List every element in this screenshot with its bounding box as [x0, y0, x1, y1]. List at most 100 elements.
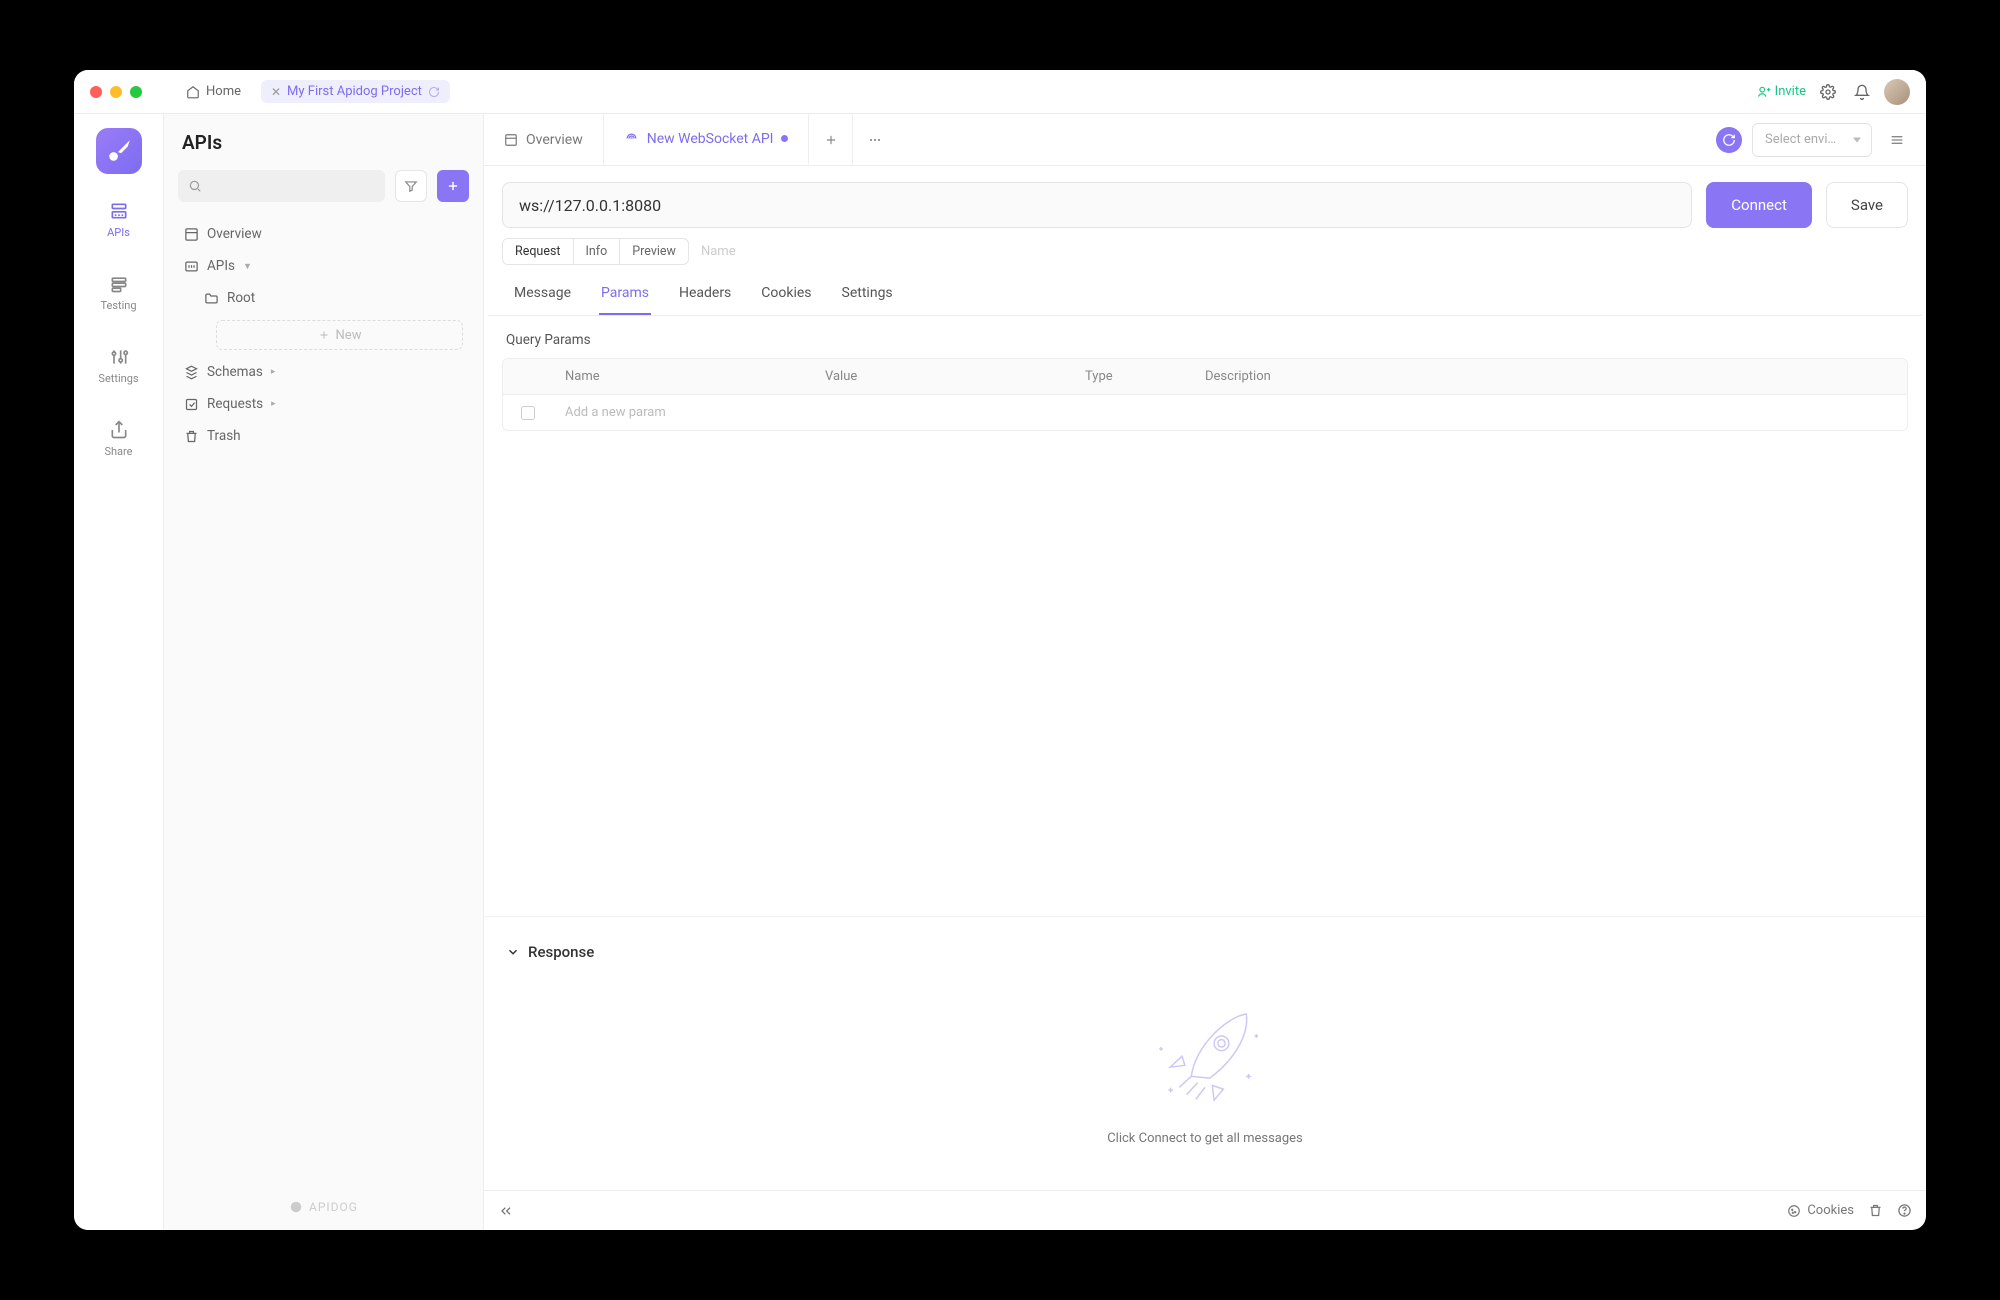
- apis-icon: [108, 200, 130, 222]
- collapse-button[interactable]: [498, 1203, 514, 1219]
- search-icon: [188, 179, 202, 193]
- connect-label: Connect: [1731, 196, 1787, 214]
- tab-label: Overview: [526, 132, 583, 148]
- cookies-label: Cookies: [1807, 1203, 1854, 1218]
- subtab-params[interactable]: Params: [599, 285, 651, 315]
- response-empty-text: Click Connect to get all messages: [1107, 1131, 1303, 1146]
- request-icon: [184, 397, 199, 412]
- sidebar-item-label: APIs: [207, 258, 235, 274]
- brand-label: APIDOG: [309, 1200, 358, 1214]
- chevron-down-icon: ▼: [243, 261, 252, 272]
- overview-icon: [184, 227, 199, 242]
- response-header[interactable]: Response: [506, 935, 1904, 979]
- sidebar-item-schemas[interactable]: Schemas ▸: [174, 356, 473, 388]
- save-label: Save: [1851, 196, 1883, 214]
- refresh-icon[interactable]: [428, 86, 440, 98]
- url-value: ws://127.0.0.1:8080: [519, 196, 661, 215]
- status-bar: Cookies: [484, 1190, 1926, 1230]
- rail-item-label: Testing: [100, 299, 136, 312]
- sidebar-item-label: Requests: [207, 396, 263, 412]
- cookies-button[interactable]: Cookies: [1787, 1203, 1854, 1218]
- param-name-input[interactable]: Add a new param: [553, 395, 813, 430]
- unsaved-indicator: [781, 135, 788, 142]
- tab-websocket[interactable]: New WebSocket API: [604, 114, 810, 165]
- seg-info[interactable]: Info: [574, 239, 621, 264]
- add-tab-button[interactable]: [809, 114, 853, 165]
- user-avatar[interactable]: [1884, 79, 1910, 105]
- col-value: Value: [813, 359, 1073, 394]
- name-input[interactable]: Name: [701, 244, 736, 259]
- seg-preview[interactable]: Preview: [620, 239, 688, 264]
- titlebar-tab-project[interactable]: ✕ My First Apidog Project: [261, 80, 450, 103]
- seg-request[interactable]: Request: [503, 239, 574, 264]
- close-tab-icon[interactable]: ✕: [271, 85, 281, 99]
- invite-button[interactable]: Invite: [1757, 84, 1806, 99]
- filter-button[interactable]: [395, 170, 427, 202]
- param-row-new[interactable]: Add a new param: [503, 395, 1907, 430]
- home-icon: [186, 85, 200, 99]
- titlebar-tab-label: My First Apidog Project: [287, 84, 422, 99]
- query-params-table: Name Value Type Description Add a new pa…: [502, 358, 1908, 431]
- subtab-message[interactable]: Message: [512, 285, 573, 315]
- schema-icon: [184, 365, 199, 380]
- chevron-right-icon: ▸: [271, 399, 276, 409]
- query-params-title: Query Params: [484, 316, 1926, 358]
- rail-item-settings[interactable]: Settings: [74, 338, 163, 393]
- close-window-button[interactable]: [90, 86, 102, 98]
- settings-icon: [108, 346, 130, 368]
- col-desc: Description: [1193, 359, 1907, 394]
- rail-item-label: APIs: [107, 226, 130, 239]
- chevrons-left-icon: [498, 1203, 514, 1219]
- sidebar-item-overview[interactable]: Overview: [174, 218, 473, 250]
- environment-select[interactable]: Select envi…: [1752, 123, 1872, 157]
- minimize-window-button[interactable]: [110, 86, 122, 98]
- editor-tabs: Overview New WebSocket API: [484, 114, 1926, 166]
- sidebar-new-label: New: [336, 328, 362, 343]
- sidebar-item-trash[interactable]: Trash: [174, 420, 473, 452]
- sidebar-item-requests[interactable]: Requests ▸: [174, 388, 473, 420]
- sidebar-search[interactable]: [178, 170, 385, 202]
- clear-button[interactable]: [1868, 1203, 1883, 1218]
- plus-icon: [824, 133, 838, 147]
- sidebar: APIs Overview APIs: [164, 114, 484, 1230]
- app-window: Home ✕ My First Apidog Project Invite: [74, 70, 1926, 1230]
- settings-gear-icon[interactable]: [1816, 80, 1840, 104]
- websocket-icon: [624, 131, 639, 146]
- broom-icon: [1868, 1203, 1883, 1218]
- add-button[interactable]: [437, 170, 469, 202]
- save-button[interactable]: Save: [1826, 182, 1908, 228]
- sidebar-new-button[interactable]: New: [216, 320, 463, 350]
- sidebar-item-label: Overview: [207, 226, 262, 242]
- chevron-down-icon: [506, 945, 520, 959]
- titlebar-tab-home[interactable]: Home: [176, 80, 251, 103]
- filter-icon: [404, 179, 418, 193]
- panel-menu-button[interactable]: [1880, 132, 1914, 148]
- help-button[interactable]: [1897, 1203, 1912, 1218]
- tab-menu-button[interactable]: [853, 114, 897, 165]
- rail-item-testing[interactable]: Testing: [74, 265, 163, 320]
- subtab-settings[interactable]: Settings: [840, 285, 895, 315]
- tab-overview[interactable]: Overview: [484, 114, 604, 165]
- subtab-headers[interactable]: Headers: [677, 285, 733, 315]
- rail-item-apis[interactable]: APIs: [74, 192, 163, 247]
- env-refresh-button[interactable]: [1716, 127, 1742, 153]
- bell-icon[interactable]: [1850, 80, 1874, 104]
- maximize-window-button[interactable]: [130, 86, 142, 98]
- tab-label: New WebSocket API: [647, 131, 774, 147]
- invite-label: Invite: [1775, 84, 1806, 99]
- sidebar-item-apis[interactable]: APIs ▼: [174, 250, 473, 282]
- checkbox[interactable]: [521, 406, 535, 420]
- refresh-icon: [1722, 133, 1736, 147]
- app-logo[interactable]: [96, 128, 142, 174]
- env-placeholder: Select envi…: [1765, 132, 1836, 147]
- connect-button[interactable]: Connect: [1706, 182, 1812, 228]
- rail-item-share[interactable]: Share: [74, 411, 163, 466]
- url-input[interactable]: ws://127.0.0.1:8080: [502, 182, 1692, 228]
- sidebar-title: APIs: [164, 114, 483, 170]
- col-name: Name: [553, 359, 813, 394]
- sidebar-item-root[interactable]: Root: [194, 282, 473, 314]
- col-type: Type: [1073, 359, 1193, 394]
- help-icon: [1897, 1203, 1912, 1218]
- subtab-cookies[interactable]: Cookies: [759, 285, 813, 315]
- share-icon: [108, 419, 130, 441]
